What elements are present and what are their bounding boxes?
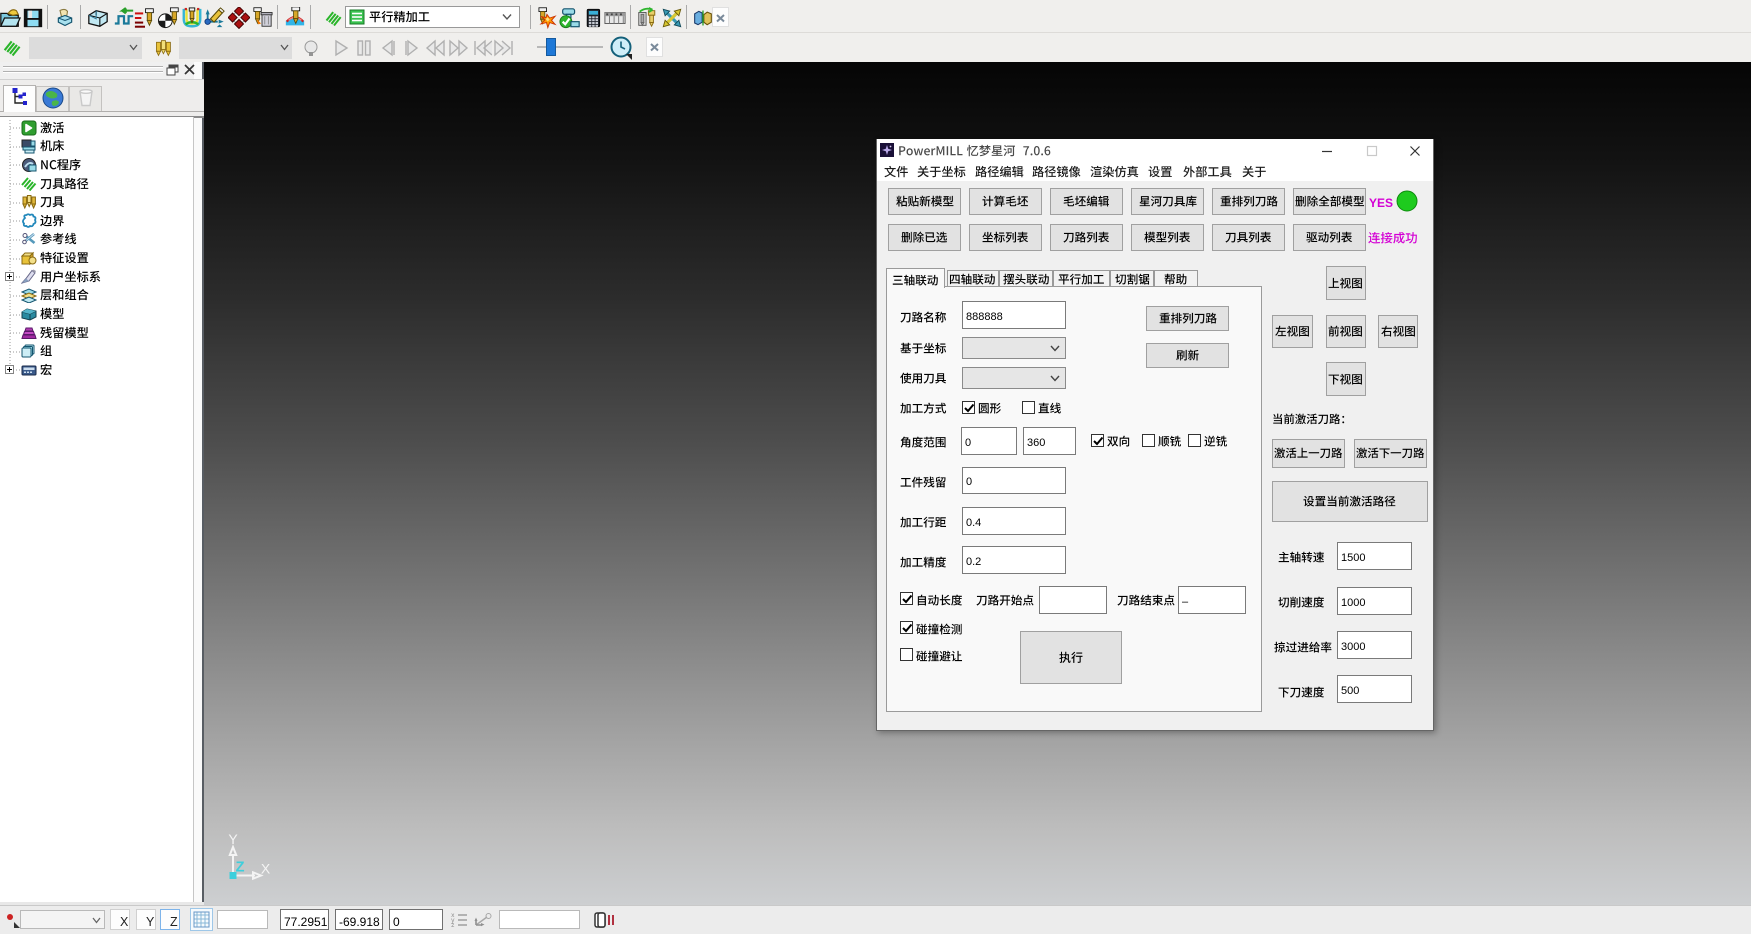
svg-text:X: X: [261, 861, 271, 877]
svg-text:Z: Z: [236, 860, 245, 876]
svg-text:Y: Y: [228, 831, 238, 847]
svg-text:z: z: [451, 922, 455, 927]
